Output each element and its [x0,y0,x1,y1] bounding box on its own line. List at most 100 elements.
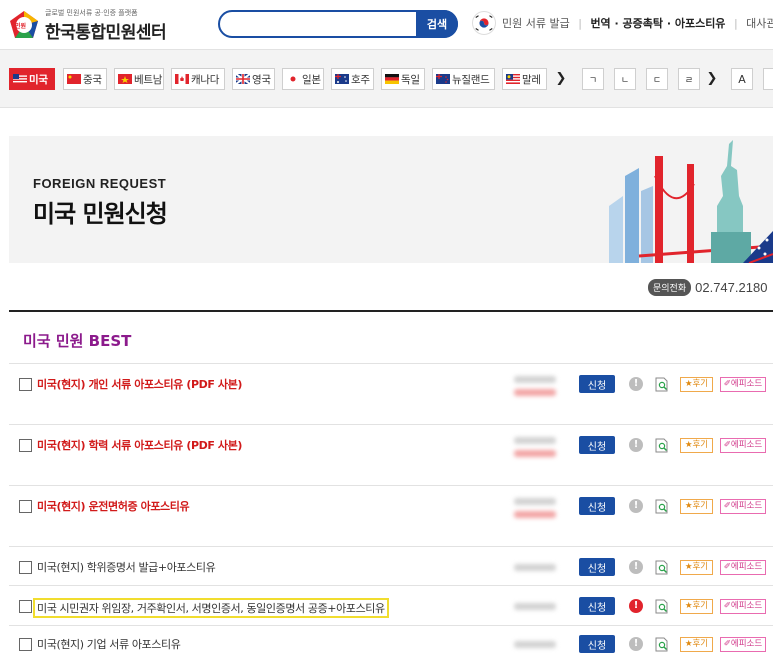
info-icon[interactable]: ! [629,377,643,391]
item-title-link[interactable]: 미국 시민권자 위임장, 거주확인서, 서명인증서, 동일인증명서 공증+아포스… [33,598,389,618]
tab-index-next[interactable] [763,68,773,90]
section-title: 미국 민원 BEST [23,332,132,350]
apply-button[interactable]: 신청 [579,375,615,393]
vietnam-flag-icon [118,74,132,84]
apply-button[interactable]: 신청 [579,635,615,653]
tab-label: 일본 [302,73,321,86]
episode-button[interactable]: ✐에피소드 [720,377,766,392]
item-title-link[interactable]: 미국(현지) 운전면허증 아포스티유 [37,498,190,514]
list-item: 미국(현지) 운전면허증 아포스티유 신청! ★후기 ✐에피소드 [9,485,773,546]
tab-country-uk[interactable]: 영국 [232,68,275,90]
tab-country-australia[interactable]: 호주 [331,68,374,90]
tab-label: 미국 [29,73,48,86]
episode-button[interactable]: ✐에피소드 [720,637,766,652]
info-icon[interactable]: ! [629,599,643,613]
phone-label-badge: 문의전화 [648,279,692,296]
korea-flag-icon[interactable] [472,11,496,35]
document-preview-icon[interactable] [655,599,669,614]
tab-label: 베트남 [134,73,163,86]
document-preview-icon[interactable] [655,377,669,392]
tab-index-rieul[interactable]: ㄹ [678,68,700,90]
list-item: 미국(현지) 개인 서류 아포스티유 (PDF 사본) 신청! ★후기 ✐에피소드 [9,363,773,424]
document-preview-icon[interactable] [655,499,669,514]
phone-number[interactable]: 02.747.2180 [695,280,767,295]
nav-item-issue[interactable]: 민원 서류 발급 [502,17,570,30]
info-icon[interactable]: ! [629,560,643,574]
logo-badge-text: 민원 [15,23,27,30]
tab-label: 호주 [351,73,370,86]
item-checkbox[interactable] [19,600,32,613]
banner-eyebrow: FOREIGN REQUEST [33,176,167,191]
tab-country-canada[interactable]: 캐나다 [171,68,225,90]
price-discount [514,389,556,396]
price-discount [514,511,556,518]
item-title-link[interactable]: 미국(현지) 학위증명서 발급+아포스티유 [37,559,216,575]
australia-flag-icon [335,74,349,84]
tab-label: 독일 [401,73,420,86]
item-checkbox[interactable] [19,378,32,391]
logo-title: 한국통합민원센터 [45,23,167,43]
list-item: 미국 시민권자 위임장, 거주확인서, 서명인증서, 동일인증명서 공증+아포스… [9,585,773,625]
review-button[interactable]: ★후기 [680,377,713,392]
info-icon[interactable]: ! [629,499,643,513]
item-title-link[interactable]: 미국(현지) 기업 서류 아포스티유 [37,636,181,652]
review-button[interactable]: ★후기 [680,637,713,652]
item-checkbox[interactable] [19,439,32,452]
review-button[interactable]: ★후기 [680,560,713,575]
apply-button[interactable]: 신청 [579,558,615,576]
apply-button[interactable]: 신청 [579,597,615,615]
hero-banner: FOREIGN REQUEST 미국 민원신청 [9,136,773,263]
price-original [514,564,556,571]
tab-label: 말레 [522,73,541,86]
apply-button[interactable]: 신청 [579,436,615,454]
document-preview-icon[interactable] [655,560,669,575]
page-title: 미국 민원신청 [33,200,168,228]
apply-button[interactable]: 신청 [579,497,615,515]
canada-flag-icon [175,74,189,84]
info-icon[interactable]: ! [629,637,643,651]
tab-index-digeut[interactable]: ㄷ [646,68,668,90]
tab-index-nieun[interactable]: ㄴ [614,68,636,90]
next-index-arrow-icon[interactable]: ❯ [705,68,719,90]
episode-button[interactable]: ✐에피소드 [720,560,766,575]
item-checkbox[interactable] [19,638,32,651]
review-button[interactable]: ★후기 [680,438,713,453]
list-item: 미국(현지) 기업 서류 아포스티유 신청! ★후기 ✐에피소드 [9,625,773,659]
tab-index-a[interactable]: A [731,68,753,90]
logo-subtitle: 글로벌 민원서류 공·인증 플랫폼 [45,9,138,17]
tab-country-japan[interactable]: 일본 [282,68,324,90]
list-item: 미국(현지) 학력 서류 아포스티유 (PDF 사본) 신청! ★후기 ✐에피소드 [9,424,773,485]
nav-item-translation[interactable]: 번역 · 공증촉탁 · 아포스티유 [590,17,725,30]
uk-flag-icon [236,74,250,84]
tab-country-germany[interactable]: 독일 [381,68,425,90]
tab-country-malaysia[interactable]: 말레 [502,68,547,90]
next-country-arrow-icon[interactable]: ❯ [554,68,568,90]
episode-button[interactable]: ✐에피소드 [720,438,766,453]
nav-item-embassy[interactable]: 대사관인증 [746,17,773,30]
episode-button[interactable]: ✐에피소드 [720,599,766,614]
tab-country-china[interactable]: 중국 [63,68,107,90]
item-title-link[interactable]: 미국(현지) 학력 서류 아포스티유 (PDF 사본) [37,437,242,453]
site-logo[interactable]: 민원 글로벌 민원서류 공·인증 플랫폼 한국통합민원센터 [9,6,179,44]
item-checkbox[interactable] [19,500,32,513]
country-tab-bar: 미국 중국 베트남 캐나다 영국 일본 호주 독일 뉴질랜드 말레 ❯ ㄱ ㄴ … [0,50,773,108]
tab-country-usa[interactable]: 미국 [9,68,55,90]
search-button[interactable]: 검색 [416,10,458,38]
tab-country-newzealand[interactable]: 뉴질랜드 [432,68,495,90]
search-bar: 검색 [218,10,458,38]
tab-index-giyeok[interactable]: ㄱ [582,68,604,90]
price-original [514,498,556,505]
review-button[interactable]: ★후기 [680,499,713,514]
nav-divider: | [578,17,582,30]
episode-button[interactable]: ✐에피소드 [720,499,766,514]
document-preview-icon[interactable] [655,637,669,652]
review-button[interactable]: ★후기 [680,599,713,614]
us-flag-icon [13,74,27,84]
info-icon[interactable]: ! [629,438,643,452]
item-title-link[interactable]: 미국(현지) 개인 서류 아포스티유 (PDF 사본) [37,376,242,392]
malaysia-flag-icon [506,74,520,84]
site-header: 민원 글로벌 민원서류 공·인증 플랫폼 한국통합민원센터 검색 민원 서류 발… [0,0,773,50]
tab-country-vietnam[interactable]: 베트남 [114,68,164,90]
document-preview-icon[interactable] [655,438,669,453]
item-checkbox[interactable] [19,561,32,574]
